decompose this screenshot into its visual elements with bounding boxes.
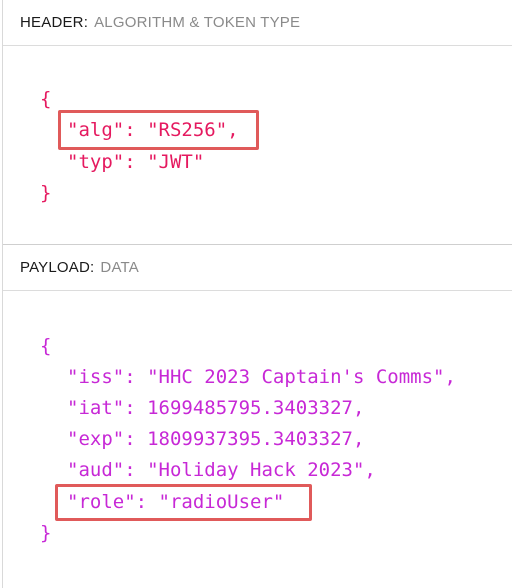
- jwt-decoder-panel: HEADER: ALGORITHM & TOKEN TYPE { "alg": …: [2, 0, 512, 588]
- alg-highlight-box: [58, 110, 259, 150]
- payload-line-iss: "iss": "HHC 2023 Captain's Comms",: [67, 366, 456, 388]
- payload-json-editor[interactable]: { "iss": "HHC 2023 Captain's Comms", "ia…: [3, 291, 512, 588]
- header-json-editor[interactable]: { "alg": "RS256", "typ": "JWT" }: [3, 46, 512, 244]
- header-section-title: HEADER: ALGORITHM & TOKEN TYPE: [3, 0, 512, 46]
- payload-line-iat: "iat": 1699485795.3403327,: [67, 397, 365, 419]
- payload-section-title: PAYLOAD: DATA: [3, 245, 512, 291]
- header-close-brace: }: [40, 182, 52, 204]
- payload-line-aud: "aud": "Holiday Hack 2023",: [67, 459, 376, 481]
- payload-close-brace: }: [40, 522, 52, 544]
- payload-open-brace: {: [40, 335, 52, 357]
- header-subtitle: ALGORITHM & TOKEN TYPE: [94, 14, 301, 31]
- role-highlight-box: [55, 484, 312, 521]
- payload-label: PAYLOAD:: [20, 259, 95, 276]
- header-open-brace: {: [40, 88, 52, 110]
- header-line-typ: "typ": "JWT": [67, 151, 205, 173]
- header-label: HEADER:: [20, 14, 89, 31]
- payload-line-exp: "exp": 1809937395.3403327,: [67, 428, 365, 450]
- payload-subtitle: DATA: [100, 259, 139, 276]
